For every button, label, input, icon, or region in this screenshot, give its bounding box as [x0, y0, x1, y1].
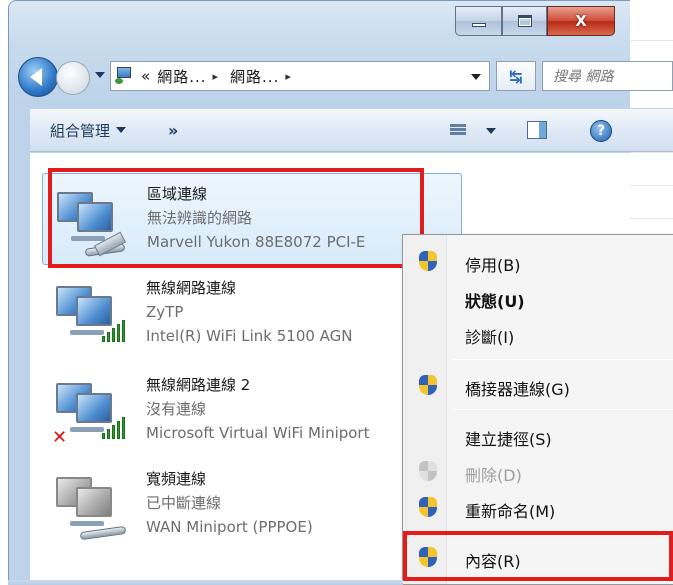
connection-device: Intel(R) WiFi Link 5100 AGN	[146, 327, 353, 345]
forward-button[interactable]	[56, 61, 90, 95]
refresh-icon: ↹	[509, 66, 523, 86]
menu-item-label: 刪除(D)	[465, 466, 522, 485]
window-bottom-edge	[8, 580, 403, 585]
search-input[interactable]: 搜尋 網路	[542, 61, 673, 91]
breadcrumb-item-2[interactable]: 網路...	[230, 66, 279, 87]
connection-name: 寬頻連線	[146, 470, 207, 488]
maximize-icon	[517, 15, 532, 27]
connection-name: 無線網路連線	[146, 279, 237, 297]
connection-item-broadband[interactable]: 寬頻連線 已中斷連線 WAN Miniport (PPPOE)	[42, 459, 462, 551]
menu-separator	[453, 359, 673, 360]
maximize-button[interactable]	[502, 6, 547, 36]
menu-item-label: 建立捷徑(S)	[465, 430, 552, 449]
change-view-icon[interactable]	[450, 123, 466, 139]
uac-shield-icon	[419, 461, 437, 481]
more-commands-button[interactable]: »	[168, 121, 178, 140]
close-button[interactable]: X	[547, 6, 615, 36]
recent-pages-dropdown[interactable]	[95, 72, 105, 78]
menu-item-rename[interactable]: 重新命名(M)	[403, 489, 673, 525]
signal-strength-icon	[102, 316, 128, 342]
navigation-bar: « 網路... ▸ 網路... ▸ ↹ 搜尋 網路	[18, 55, 673, 99]
breadcrumb-item-1[interactable]: 網路...	[157, 66, 206, 87]
context-menu: 停用(B) 狀態(U) 診斷(I) 橋接器連線(G) 建立捷徑(S) 刪除(D)…	[402, 234, 673, 585]
broadband-icon	[50, 471, 130, 543]
connection-name: 區域連線	[147, 185, 208, 203]
wired-network-icon	[51, 186, 131, 258]
minimize-button[interactable]	[455, 6, 502, 36]
address-dropdown-icon[interactable]	[471, 74, 481, 80]
uac-shield-icon	[419, 251, 437, 271]
connection-status: 沒有連線	[146, 400, 207, 418]
menu-item-label: 狀態(U)	[465, 292, 525, 311]
breadcrumb-overflow[interactable]: «	[141, 67, 151, 85]
back-button[interactable]	[18, 57, 58, 97]
network-folder-icon	[115, 67, 135, 85]
connection-item-local-area[interactable]: 區域連線 無法辨識的網路 Marvell Yukon 88E8072 PCI-E	[42, 173, 462, 265]
help-icon[interactable]: ?	[590, 120, 612, 142]
view-options-dropdown[interactable]	[486, 128, 496, 134]
caption-buttons: X	[455, 6, 615, 38]
back-arrow-icon	[30, 68, 42, 86]
menu-item-delete: 刪除(D)	[403, 453, 673, 489]
connection-device: Microsoft Virtual WiFi Miniport	[146, 424, 370, 442]
menu-separator	[453, 531, 673, 532]
connection-status: 無法辨識的網路	[147, 209, 253, 227]
minimize-icon	[471, 23, 486, 27]
close-icon: X	[575, 12, 587, 30]
connection-item-wireless-2[interactable]: ✕ 無線網路連線 2 沒有連線 Microsoft Virtual WiFi M…	[42, 365, 462, 457]
menu-item-status[interactable]: 狀態(U)	[403, 279, 673, 315]
menu-item-label: 診斷(I)	[465, 328, 515, 347]
signal-strength-icon	[102, 413, 128, 439]
disconnected-x-icon: ✕	[52, 427, 68, 448]
search-placeholder: 搜尋 網路	[553, 69, 614, 85]
menu-item-label: 停用(B)	[465, 256, 521, 275]
connection-status: 已中斷連線	[146, 494, 222, 512]
connection-item-wireless[interactable]: 無線網路連線 ZyTP Intel(R) WiFi Link 5100 AGN	[42, 268, 462, 360]
wireless-network-icon: ✕	[50, 377, 130, 449]
preview-pane-button[interactable]	[527, 121, 547, 139]
menu-item-create-shortcut[interactable]: 建立捷徑(S)	[403, 417, 673, 453]
address-bar[interactable]: « 網路... ▸ 網路... ▸	[110, 61, 490, 91]
connection-device: WAN Miniport (PPPOE)	[146, 518, 313, 536]
menu-item-diagnose[interactable]: 診斷(I)	[403, 315, 673, 351]
menu-item-label: 內容(R)	[465, 552, 521, 571]
organize-menu-button[interactable]: 組合管理	[50, 120, 127, 141]
menu-separator	[453, 409, 673, 410]
menu-item-disable[interactable]: 停用(B)	[403, 243, 673, 279]
menu-item-label: 重新命名(M)	[465, 502, 556, 521]
uac-shield-icon	[419, 547, 437, 567]
breadcrumb-separator-icon[interactable]: ▸	[213, 70, 219, 83]
wireless-network-icon	[50, 280, 130, 352]
menu-item-bridge-connections[interactable]: 橋接器連線(G)	[403, 367, 673, 403]
refresh-button[interactable]: ↹	[496, 61, 536, 91]
organize-label: 組合管理	[50, 121, 111, 140]
connection-device: Marvell Yukon 88E8072 PCI-E	[147, 233, 366, 251]
menu-item-properties[interactable]: 內容(R)	[403, 539, 673, 575]
uac-shield-icon	[419, 497, 437, 517]
uac-shield-icon	[419, 375, 437, 395]
chevron-down-icon	[116, 127, 127, 133]
breadcrumb-separator-icon[interactable]: ▸	[285, 70, 291, 83]
connection-status: ZyTP	[146, 303, 184, 321]
connection-name: 無線網路連線 2	[146, 376, 251, 394]
command-bar: 組合管理 » ?	[30, 108, 673, 152]
menu-item-label: 橋接器連線(G)	[465, 380, 570, 399]
